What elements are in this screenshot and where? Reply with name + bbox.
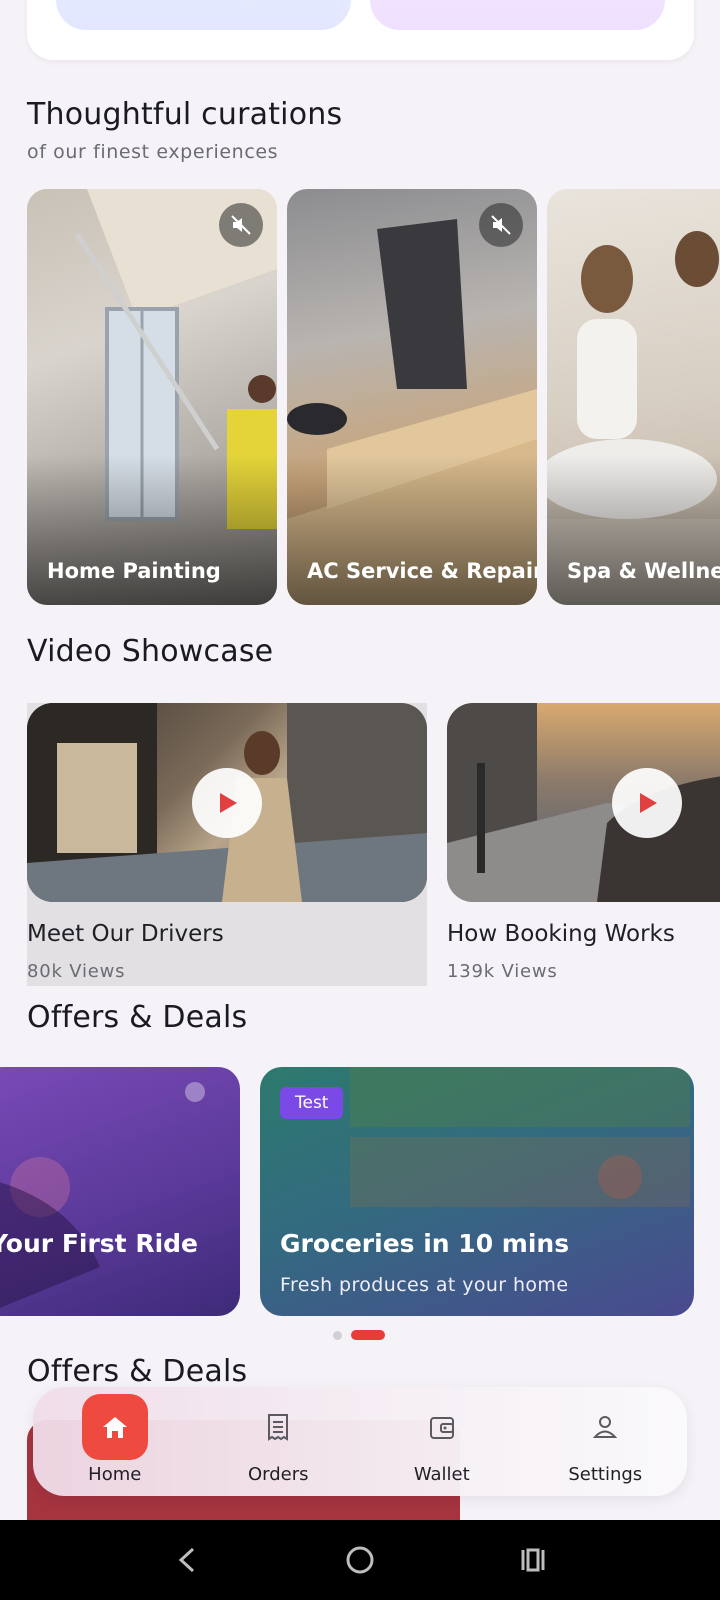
bottom-nav: Home Orders Wallet Settings [33, 1387, 687, 1496]
system-nav-bar [0, 1520, 720, 1600]
video-thumbnail [447, 703, 720, 902]
wallet-icon [409, 1394, 475, 1460]
curation-label: AC Service & Repair [307, 559, 537, 583]
video-card-how-booking[interactable]: How Booking Works 139k Views [447, 703, 720, 986]
curation-card-ac-service[interactable]: AC Service & Repair [287, 189, 537, 605]
curation-label: Spa & Wellness [567, 559, 720, 583]
offers-title: Offers & Deals [27, 1000, 248, 1035]
nav-orders[interactable]: Orders [197, 1387, 361, 1496]
nav-label: Wallet [413, 1464, 470, 1485]
play-button[interactable] [192, 767, 262, 838]
curation-label: Home Painting [47, 559, 221, 583]
offer-card-first-ride[interactable]: Your First Ride [0, 1067, 240, 1316]
play-icon [220, 792, 237, 813]
home-circle-icon[interactable] [330, 1535, 390, 1585]
top-pill-right[interactable] [370, 0, 665, 30]
recents-icon[interactable] [503, 1535, 563, 1585]
curation-card-home-painting[interactable]: Home Painting [27, 189, 277, 605]
mute-icon[interactable] [219, 203, 263, 247]
video-views: 80k Views [27, 961, 126, 982]
offers2-title: Offers & Deals [27, 1354, 248, 1389]
video-title: Meet Our Drivers [27, 921, 224, 947]
nav-home[interactable]: Home [33, 1387, 197, 1496]
nav-label: Home [88, 1464, 142, 1485]
offer-title: Groceries in 10 mins [280, 1229, 570, 1258]
receipt-icon [245, 1394, 311, 1460]
video-card-meet-drivers[interactable]: Meet Our Drivers 80k Views [27, 703, 427, 986]
play-button[interactable] [612, 767, 682, 838]
offer-badge: Test [280, 1087, 344, 1119]
carousel-dot-active[interactable] [351, 1330, 385, 1340]
video-thumbnail [27, 703, 427, 902]
back-icon[interactable] [157, 1535, 217, 1585]
videos-title: Video Showcase [27, 634, 274, 669]
nav-wallet[interactable]: Wallet [360, 1387, 524, 1496]
offer-subtitle: Fresh produces at your home [280, 1274, 569, 1296]
play-icon [640, 792, 657, 813]
carousel-indicator [333, 1330, 385, 1340]
nav-label: Settings [568, 1464, 643, 1485]
video-views: 139k Views [447, 961, 558, 982]
top-pill-left[interactable] [56, 0, 351, 30]
person-icon [572, 1394, 638, 1460]
mute-icon[interactable] [479, 203, 523, 247]
nav-settings[interactable]: Settings [524, 1387, 688, 1496]
curations-subtitle: of our finest experiences [27, 141, 279, 163]
home-icon [81, 1394, 148, 1460]
offer-card-groceries[interactable]: Test Groceries in 10 mins Fresh produces… [260, 1067, 694, 1316]
carousel-dot[interactable] [333, 1330, 342, 1340]
curation-card-spa[interactable]: Spa & Wellness [547, 189, 720, 605]
nav-label: Orders [247, 1464, 309, 1485]
video-title: How Booking Works [447, 921, 675, 947]
offer-title: Your First Ride [0, 1229, 198, 1258]
curations-title: Thoughtful curations [27, 97, 343, 132]
